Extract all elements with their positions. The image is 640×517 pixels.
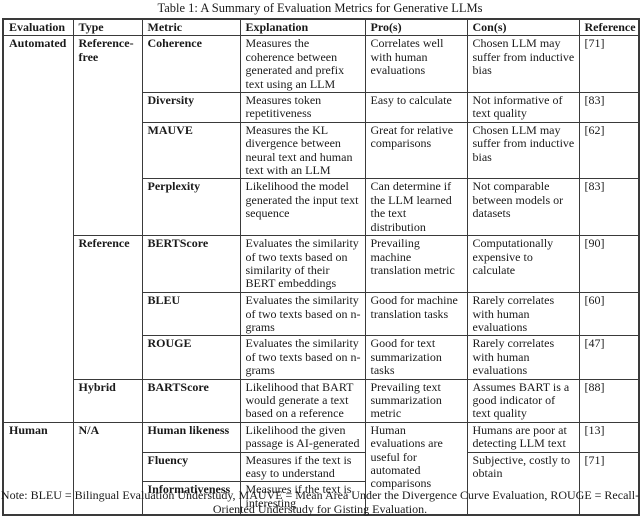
pros-cell: Can determine if the LLM learned the tex…	[364, 178, 468, 237]
pros-cell: Correlates well with human evaluations	[364, 35, 468, 94]
pros-cell: Prevailing machine translation metric	[364, 235, 468, 294]
metric-cell: Fluency	[141, 451, 241, 483]
explanation-cell: Measures the KL divergence between neura…	[239, 121, 366, 180]
cons-cell: Assumes BART is a good indicator of text…	[466, 378, 580, 423]
header-metric: Metric	[141, 18, 241, 37]
explanation-cell: Measures the coherence between generated…	[239, 35, 366, 94]
type-reference: Reference	[72, 235, 143, 380]
cons-cell: Not informative of text quality	[466, 92, 580, 123]
reference-cell: [71]	[578, 35, 640, 94]
header-cons: Con(s)	[466, 18, 580, 37]
pros-cell: Easy to calculate	[364, 92, 468, 123]
type-hybrid: Hybrid	[72, 378, 143, 423]
pros-cell: Great for relative comparisons	[364, 121, 468, 180]
pros-cell: Prevailing text summarization metric	[364, 378, 468, 423]
metric-cell: MAUVE	[141, 121, 241, 180]
explanation-cell: Evaluates the similarity of two texts ba…	[239, 335, 366, 380]
pros-cell: Good for text summarization tasks	[364, 335, 468, 380]
pros-cell: Good for machine translation tasks	[364, 292, 468, 337]
cons-cell: Computationally expensive to calculate	[466, 235, 580, 294]
header-type: Type	[72, 18, 143, 37]
explanation-cell: Evaluates the similarity of two texts ba…	[239, 292, 366, 337]
metric-cell: Diversity	[141, 92, 241, 123]
type-reference-free: Reference-free	[72, 35, 143, 237]
reference-cell: [83]	[578, 178, 640, 237]
explanation-cell: Measures token repetitiveness	[239, 92, 366, 123]
metric-cell: Human likeness	[141, 421, 241, 453]
header-reference: Reference	[578, 18, 640, 37]
explanation-cell: Evaluates the similarity of two texts ba…	[239, 235, 366, 294]
reference-cell: [60]	[578, 292, 640, 337]
reference-cell: [13]	[578, 421, 640, 453]
table-note: Note: BLEU = Bilingual Evaluation Unders…	[0, 488, 640, 516]
explanation-cell: Measures if the text is easy to understa…	[239, 451, 366, 483]
cons-cell: Not comparable between models or dataset…	[466, 178, 580, 237]
table-caption: Table 1: A Summary of Evaluation Metrics…	[157, 1, 483, 15]
explanation-cell: Likelihood the given passage is AI-gener…	[239, 421, 366, 453]
metric-cell: BLEU	[141, 292, 241, 337]
reference-cell: [90]	[578, 235, 640, 294]
evaluation-metrics-table: Evaluation Type Metric Explanation Pro(s…	[2, 18, 640, 517]
cons-cell: Rarely correlates with human evaluations	[466, 292, 580, 337]
reference-cell: [88]	[578, 378, 640, 423]
metric-cell: BARTScore	[141, 378, 241, 423]
explanation-cell: Likelihood the model generated the input…	[239, 178, 366, 237]
reference-cell: [62]	[578, 121, 640, 180]
table-row: Reference BERTScore Evaluates the simila…	[3, 235, 640, 380]
table-header-row: Evaluation Type Metric Explanation Pro(s…	[2, 18, 640, 37]
metric-cell: Coherence	[141, 35, 241, 94]
metric-cell: BERTScore	[141, 235, 241, 294]
cons-cell: Chosen LLM may suffer from inductive bia…	[466, 121, 580, 180]
metric-cell: ROUGE	[141, 335, 241, 380]
metric-cell: Perplexity	[141, 178, 241, 237]
explanation-cell: Likelihood that BART would generate a te…	[239, 378, 366, 423]
cons-cell: Chosen LLM may suffer from inductive bia…	[466, 35, 580, 94]
header-evaluation: Evaluation	[2, 18, 74, 37]
header-pros: Pro(s)	[364, 18, 468, 37]
cons-cell: Rarely correlates with human evaluations	[466, 335, 580, 380]
header-explanation: Explanation	[239, 18, 366, 37]
table-row: Automated Reference-free Coherence Measu…	[2, 35, 640, 423]
table-row: Human N/A Human likeness Likelihood the …	[2, 421, 640, 516]
table-row: Hybrid BARTScore Likelihood that BART wo…	[3, 378, 640, 423]
reference-cell: [47]	[578, 335, 640, 380]
cons-cell: Humans are poor at detecting LLM text	[466, 421, 580, 453]
evaluation-automated: Automated	[2, 35, 74, 423]
reference-cell: [83]	[578, 92, 640, 123]
